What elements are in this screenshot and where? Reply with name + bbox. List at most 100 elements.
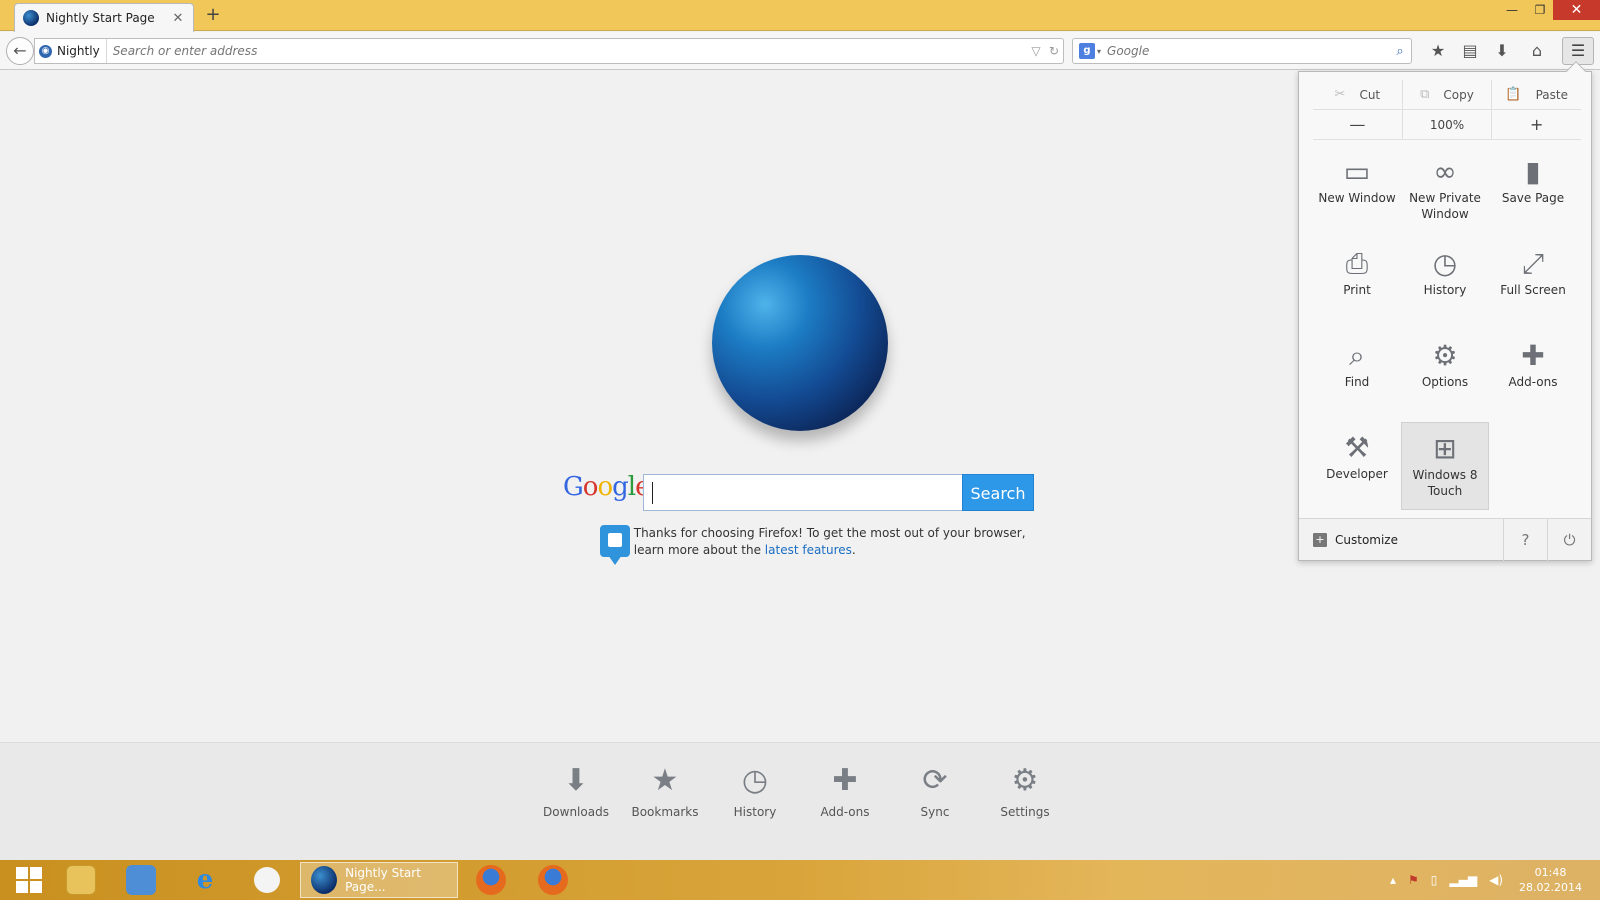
panel-item-label: Full Screen bbox=[1500, 283, 1566, 297]
google-engine-icon[interactable]: g bbox=[1079, 43, 1095, 59]
clock-date: 28.02.2014 bbox=[1519, 881, 1582, 894]
tab-close-icon[interactable]: ✕ bbox=[171, 11, 185, 26]
restore-button[interactable]: ❐ bbox=[1526, 0, 1554, 20]
edit-controls: ✂ Cut ⧉ Copy 📋 Paste bbox=[1313, 80, 1581, 110]
panel-item-label: New Private Window bbox=[1409, 191, 1481, 221]
panel-item-label: Windows 8 Touch bbox=[1412, 468, 1478, 498]
action-center-flag-icon[interactable]: ⚑ bbox=[1408, 873, 1419, 887]
google-letter: o bbox=[597, 472, 613, 502]
downloads-icon[interactable]: ⬇ bbox=[1489, 38, 1515, 64]
customize-label: Customize bbox=[1335, 533, 1398, 547]
clock[interactable]: 01:48 28.02.2014 bbox=[1519, 865, 1582, 895]
full-screen-button[interactable]: ⤢ Full Screen bbox=[1489, 238, 1577, 326]
panel-item-label: Print bbox=[1343, 283, 1371, 297]
start-search-input[interactable] bbox=[643, 474, 963, 511]
cut-button[interactable]: ✂ Cut bbox=[1313, 80, 1403, 109]
volume-icon[interactable]: ◀) bbox=[1489, 873, 1503, 887]
clock-time: 01:48 bbox=[1534, 866, 1567, 879]
launcher-sync[interactable]: ⟳ Sync bbox=[895, 761, 975, 819]
taskbar-firefox-1[interactable] bbox=[462, 862, 520, 898]
addons-puzzle-icon: ✚ bbox=[1521, 339, 1545, 372]
copy-button[interactable]: ⧉ Copy bbox=[1403, 80, 1493, 109]
history-dropmarker-icon[interactable]: ▽ bbox=[1027, 44, 1045, 58]
text-caret bbox=[652, 482, 653, 504]
start-search-button[interactable]: Search bbox=[962, 474, 1034, 511]
quit-power-icon[interactable]: ⏻ bbox=[1547, 519, 1591, 561]
tab-nightly-start-page[interactable]: Nightly Start Page ✕ bbox=[14, 3, 194, 32]
settings-gear-icon: ⚙ bbox=[1011, 763, 1039, 798]
paste-button[interactable]: 📋 Paste bbox=[1492, 80, 1581, 109]
help-icon[interactable]: ? bbox=[1503, 519, 1547, 561]
snippet-end: . bbox=[851, 543, 856, 557]
zoom-reset-button[interactable]: 100% bbox=[1403, 110, 1493, 139]
launcher-settings[interactable]: ⚙ Settings bbox=[985, 761, 1065, 819]
taskbar-app[interactable] bbox=[238, 862, 296, 898]
launcher-history[interactable]: ◷ History bbox=[715, 761, 795, 819]
sync-icon: ⟳ bbox=[922, 763, 948, 798]
print-button[interactable]: ⎙ Print bbox=[1313, 238, 1401, 326]
firefox-icon bbox=[476, 865, 506, 895]
google-letter: l bbox=[627, 472, 636, 502]
google-letter: g bbox=[612, 472, 629, 502]
taskbar-firefox-2[interactable] bbox=[524, 862, 582, 898]
developer-wrench-icon: ⚒ bbox=[1344, 431, 1370, 464]
taskbar-internet-explorer[interactable]: e bbox=[176, 862, 234, 898]
firefox-icon bbox=[538, 865, 568, 895]
panel-item-label: Find bbox=[1344, 375, 1370, 389]
new-tab-button[interactable]: + bbox=[203, 4, 223, 26]
new-window-icon: ▭ bbox=[1343, 155, 1371, 188]
new-private-window-button[interactable]: ∞ New Private Window bbox=[1401, 146, 1489, 234]
search-input[interactable] bbox=[1107, 44, 1389, 58]
windows-8-touch-button[interactable]: ⊞ Windows 8 Touch bbox=[1401, 422, 1489, 510]
taskbar-window-label: Nightly Start Page... bbox=[345, 866, 421, 894]
battery-icon[interactable]: ▯ bbox=[1431, 873, 1438, 887]
navigation-toolbar: ← ◉ Nightly ▽ ↻ g ▾ ⌕ ★ ▤ ⬇ ⌂ ☰ bbox=[0, 32, 1600, 70]
find-magnifier-icon: ⌕ bbox=[1349, 339, 1365, 372]
menu-button[interactable]: ☰ bbox=[1562, 37, 1594, 65]
find-button[interactable]: ⌕ Find bbox=[1313, 330, 1401, 418]
taskbar-file-explorer[interactable] bbox=[52, 862, 110, 898]
options-button[interactable]: ⚙ Options bbox=[1401, 330, 1489, 418]
developer-button[interactable]: ⚒ Developer bbox=[1313, 422, 1401, 510]
taskbar-nightly-window[interactable]: Nightly Start Page... bbox=[300, 862, 458, 898]
back-button[interactable]: ← bbox=[6, 37, 34, 65]
history-button[interactable]: ◷ History bbox=[1401, 238, 1489, 326]
round-app-icon bbox=[254, 867, 280, 893]
address-input[interactable] bbox=[106, 44, 1027, 58]
save-page-button[interactable]: ▮ Save Page bbox=[1489, 146, 1577, 234]
taskbar-control-panel[interactable] bbox=[112, 862, 170, 898]
reload-icon[interactable]: ↻ bbox=[1045, 44, 1063, 58]
start-button[interactable] bbox=[0, 862, 58, 898]
addons-button[interactable]: ✚ Add-ons bbox=[1489, 330, 1577, 418]
new-window-button[interactable]: ▭ New Window bbox=[1313, 146, 1401, 234]
close-window-button[interactable]: ✕ bbox=[1553, 0, 1600, 20]
launcher-addons[interactable]: ✚ Add-ons bbox=[805, 761, 885, 819]
network-signal-icon[interactable]: ▂▄▆ bbox=[1449, 873, 1477, 887]
bookmarks-icon: ★ bbox=[651, 763, 679, 798]
bookmarks-menu-icon[interactable]: ▤ bbox=[1457, 38, 1483, 64]
launcher-bookmarks[interactable]: ★ Bookmarks bbox=[625, 761, 705, 819]
google-logo: Google bbox=[563, 472, 650, 502]
save-page-icon: ▮ bbox=[1525, 155, 1541, 188]
zoom-out-button[interactable]: — bbox=[1313, 110, 1403, 139]
bookmark-star-icon[interactable]: ★ bbox=[1425, 38, 1451, 64]
minimize-button[interactable]: — bbox=[1498, 0, 1526, 20]
tray-expand-icon[interactable]: ▴ bbox=[1390, 873, 1396, 887]
cut-icon: ✂ bbox=[1334, 87, 1346, 102]
url-bar[interactable]: ◉ Nightly ▽ ↻ bbox=[34, 38, 1064, 64]
launcher-label: Add-ons bbox=[820, 805, 870, 819]
launcher-label: Bookmarks bbox=[631, 805, 699, 819]
nightly-globe-logo bbox=[712, 255, 888, 431]
search-go-icon[interactable]: ⌕ bbox=[1389, 44, 1411, 59]
home-icon[interactable]: ⌂ bbox=[1524, 38, 1550, 64]
zoom-in-button[interactable]: + bbox=[1492, 110, 1581, 139]
customize-button[interactable]: + Customize bbox=[1313, 519, 1398, 561]
engine-dropdown-icon[interactable]: ▾ bbox=[1097, 47, 1101, 56]
history-clock-icon: ◷ bbox=[1432, 247, 1458, 280]
latest-features-link[interactable]: latest features bbox=[765, 543, 852, 557]
search-bar[interactable]: g ▾ ⌕ bbox=[1072, 38, 1412, 64]
launcher-downloads[interactable]: ⬇ Downloads bbox=[536, 761, 616, 819]
panel-footer: + Customize ? ⏻ bbox=[1299, 518, 1591, 561]
identity-box[interactable]: ◉ Nightly bbox=[35, 39, 107, 63]
identity-label: Nightly bbox=[57, 44, 100, 58]
